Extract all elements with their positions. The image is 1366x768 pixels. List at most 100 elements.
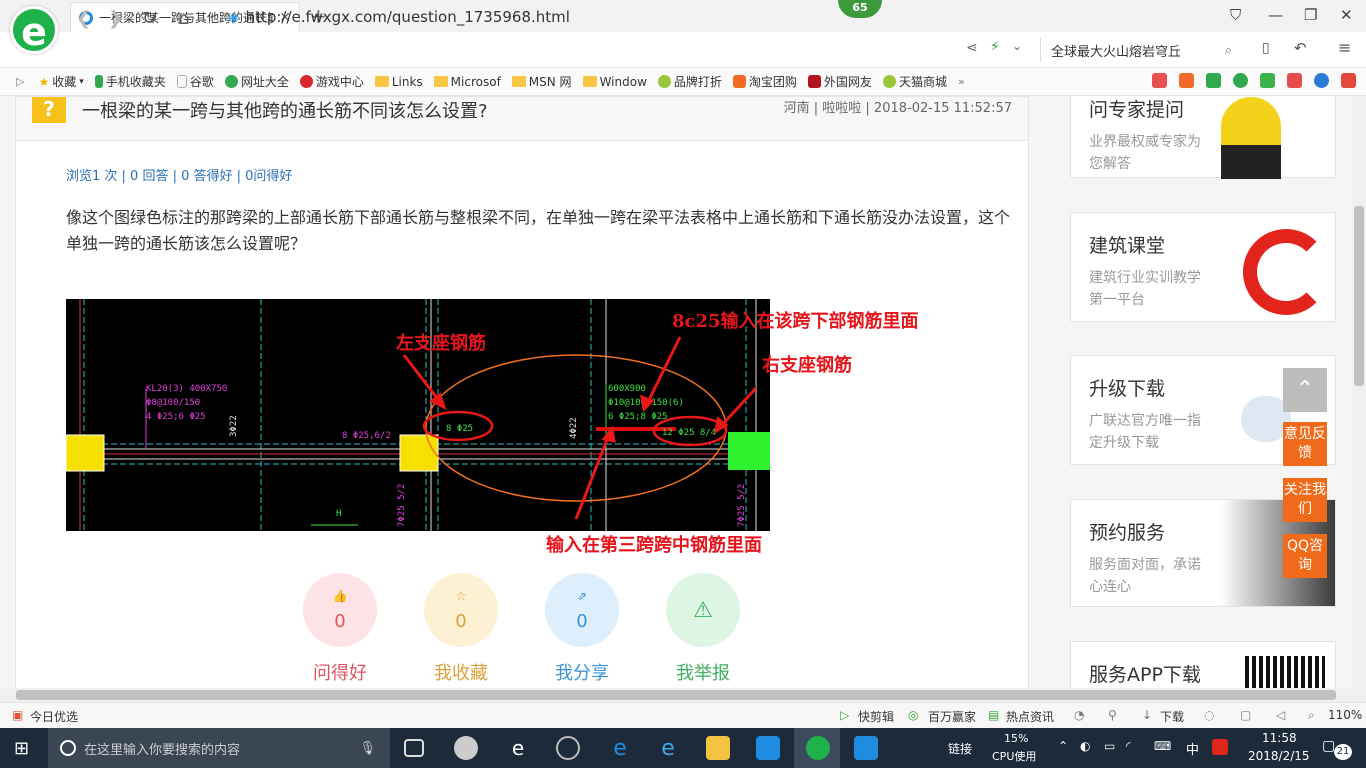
action-label: 我收藏 [434,663,488,684]
close-window-button[interactable]: ✕ [1340,6,1353,24]
qq-consult-button[interactable]: QQ咨询 [1283,534,1327,578]
share-icon[interactable]: ⋖ [966,40,978,56]
task-view-icon[interactable] [404,739,424,757]
bookmark-google[interactable]: 谷歌 [176,73,214,90]
sogou-ime-icon[interactable] [1212,739,1228,755]
glodon-app-icon[interactable] [756,736,780,760]
file-explorer-icon[interactable] [706,736,730,760]
bookmark-nav[interactable]: 网址大全 [224,73,289,90]
teamviewer-icon[interactable] [854,736,878,760]
action-favorite[interactable]: ☆ 0 我收藏 [424,573,498,685]
translate-icon[interactable] [1260,73,1275,88]
bookmark-foreign[interactable]: 外国网友 [807,73,872,90]
search-icon[interactable]: ⌕ [1225,43,1232,58]
status-item[interactable]: 热点资讯 [1006,708,1054,725]
clock-date[interactable]: 2018/2/15 [1248,749,1310,763]
discount-icon[interactable] [1179,73,1194,88]
swirl-app-icon[interactable] [556,736,580,760]
active-browser-icon[interactable] [806,736,830,760]
pin-icon[interactable]: ⚲ [1108,708,1117,722]
action-good-question[interactable]: 👍 0 问得好 [303,573,377,685]
windows-start-icon[interactable]: ⊞ [14,738,29,759]
bookmark-links[interactable]: Links [374,75,423,89]
clean-icon[interactable]: ◌ [1204,708,1214,722]
undo-icon[interactable]: ↶ [1294,39,1307,57]
edge-icon[interactable]: e [608,736,632,761]
bookmark-games[interactable]: 游戏中心 [299,73,364,90]
browser-logo-icon[interactable]: e [10,6,58,54]
minimize-button[interactable]: — [1268,6,1283,24]
feedback-button[interactable]: 意见反馈 [1283,422,1327,466]
annotation-middle-input: 输入在第三跨跨中钢筋里面 [546,535,762,556]
scissors-icon[interactable] [1287,73,1302,88]
home-button[interactable]: ⌂ [178,8,189,29]
mail-icon[interactable] [1341,73,1356,88]
card-expert[interactable]: 问专家提问 业界最权威专家为您解答 [1070,96,1336,179]
question-stats[interactable]: 浏览1 次 | 0 回答 | 0 答得好 | 0问得好 [66,165,292,184]
scrollbar-thumb[interactable] [16,690,1336,700]
bookmark-label: Microsof [450,74,501,89]
back-to-top-button[interactable]: ⌃ [1283,368,1327,412]
forward-button[interactable]: ❯ [108,8,123,29]
microphone-icon[interactable]: 🎙 [359,741,376,756]
pinwheel-app-icon[interactable] [454,736,478,760]
card-app-download[interactable]: 服务APP下载 [1070,641,1336,688]
browser-e-icon[interactable]: e [506,736,530,760]
bookmark-mobile[interactable]: 手机收藏夹 [94,73,166,90]
restore-button[interactable]: ❐ [1304,6,1317,24]
more-bookmarks-icon[interactable]: » [958,75,965,88]
ie-icon[interactable]: e [656,736,680,761]
action-share[interactable]: ⇗ 0 我分享 [545,573,619,685]
bookmark-tmall[interactable]: 天猫商城 [882,73,947,90]
chevron-down-icon[interactable]: ⌄ [1012,39,1022,53]
book-icon[interactable] [1206,73,1221,88]
card-classroom[interactable]: 建筑课堂 建筑行业实训教学第一平台 [1070,212,1336,322]
wifi-icon[interactable]: ◜ [1126,739,1131,753]
status-item[interactable]: 快剪辑 [858,708,894,725]
question-panel: ? 一根梁的某一跨与其他跨的通长筋不同该怎么设置? 河南 | 啦啦啦 | 201… [15,96,1029,688]
horizontal-scrollbar[interactable] [0,688,1366,702]
network-icon[interactable]: ◐ [1080,739,1090,753]
bookmark-taobao[interactable]: 淘宝团购 [732,73,797,90]
status-today-picks[interactable]: 今日优选 [30,708,78,725]
notification-count: 21 [1334,744,1352,760]
vertical-scrollbar[interactable] [1352,96,1366,688]
play-circle-icon: ◎ [908,708,919,722]
shirt-icon[interactable]: ⛉ [1230,6,1241,24]
battery-icon[interactable]: ▭ [1104,739,1115,753]
audio-icon[interactable]: ◁ [1276,708,1285,722]
bookmark-msn[interactable]: MSN 网 [511,73,572,90]
back-button[interactable]: ❮ [76,8,91,29]
zoom-level[interactable]: 110% [1328,708,1362,722]
action-report[interactable]: ⚠ 我举报 [666,573,740,685]
window-icon[interactable]: ▢ [1240,708,1251,722]
scrollbar-thumb[interactable] [1354,206,1364,386]
tray-chevron-icon[interactable]: ⌃ [1058,739,1068,753]
bookmark-brand[interactable]: 品牌打折 [657,73,722,90]
status-item[interactable]: 百万赢家 [928,708,976,725]
card-title: 问专家提问 [1089,99,1185,121]
bookmark-favorites[interactable]: ★ 收藏 ▾ [38,73,83,90]
star-icon: ★ [38,74,50,89]
bookmark-windows[interactable]: Window [582,75,647,89]
lightning-icon[interactable]: ⚡ [990,39,1000,55]
bookmark-microsoft[interactable]: Microsof [433,74,501,89]
trophy-icon[interactable] [1152,73,1167,88]
status-item[interactable]: 下载 [1160,708,1184,725]
status-bar: ▣ 今日优选 ▷ 快剪辑 ◎ 百万赢家 ▤ 热点资讯 ◔ ⚲ ↓ 下载 ◌ ▢ … [0,702,1366,728]
clock-time[interactable]: 11:58 [1262,731,1297,745]
keyboard-icon[interactable]: ⌨ [1154,739,1171,753]
url-field[interactable]: ◈ http://e.fwxgx.com/question_1735968.ht… [228,8,570,26]
taskbar-link[interactable]: 链接 [948,740,972,757]
ime-indicator[interactable]: 中 [1186,739,1199,758]
sidebar-toggle-icon[interactable]: ▷ [16,75,24,88]
search-tool-icon[interactable] [1314,73,1329,88]
menu-icon[interactable]: ≡ [1338,38,1351,57]
follow-button[interactable]: 关注我们 [1283,478,1327,522]
taskbar-search[interactable]: 在这里输入你要搜索的内容 🎙 [48,728,390,768]
reload-button[interactable]: ↻ [142,8,157,29]
speed-icon[interactable]: ◔ [1074,708,1084,722]
search-input[interactable]: 全球最大火山熔岩穹丘 ⌕ [1040,38,1240,62]
shield-icon[interactable] [1233,73,1248,88]
phone-icon[interactable]: ▯ [1262,40,1270,56]
